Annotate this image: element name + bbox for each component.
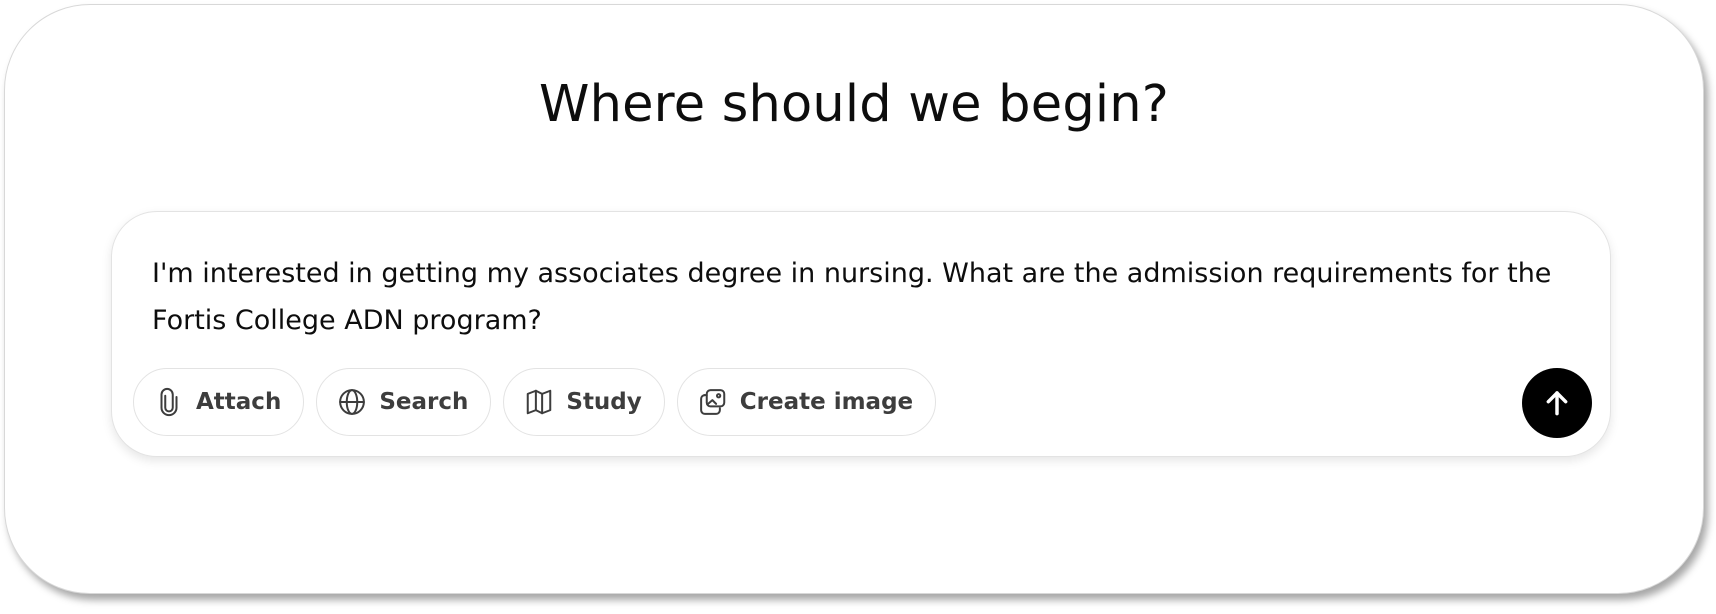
page-title: Where should we begin? — [538, 75, 1170, 134]
create-image-label: Create image — [739, 389, 914, 415]
image-icon — [698, 387, 728, 417]
search-button[interactable]: Search — [316, 368, 492, 436]
attach-button[interactable]: Attach — [133, 368, 305, 436]
prompt-input[interactable]: I'm interested in getting my associates … — [152, 250, 1572, 344]
arrow-up-icon — [1541, 387, 1573, 419]
study-label: Study — [566, 389, 642, 415]
create-image-button[interactable]: Create image — [676, 368, 937, 436]
attach-label: Attach — [196, 389, 282, 415]
search-label: Search — [379, 389, 469, 415]
composer-toolbar: Attach Search Study Create image — [133, 368, 937, 436]
paperclip-icon — [154, 387, 184, 417]
globe-icon — [337, 387, 367, 417]
prompt-composer: I'm interested in getting my associates … — [111, 211, 1611, 457]
book-open-icon — [524, 387, 554, 417]
app-window: Where should we begin? I'm interested in… — [4, 4, 1704, 594]
send-button[interactable] — [1522, 368, 1592, 438]
study-button[interactable]: Study — [503, 368, 665, 436]
